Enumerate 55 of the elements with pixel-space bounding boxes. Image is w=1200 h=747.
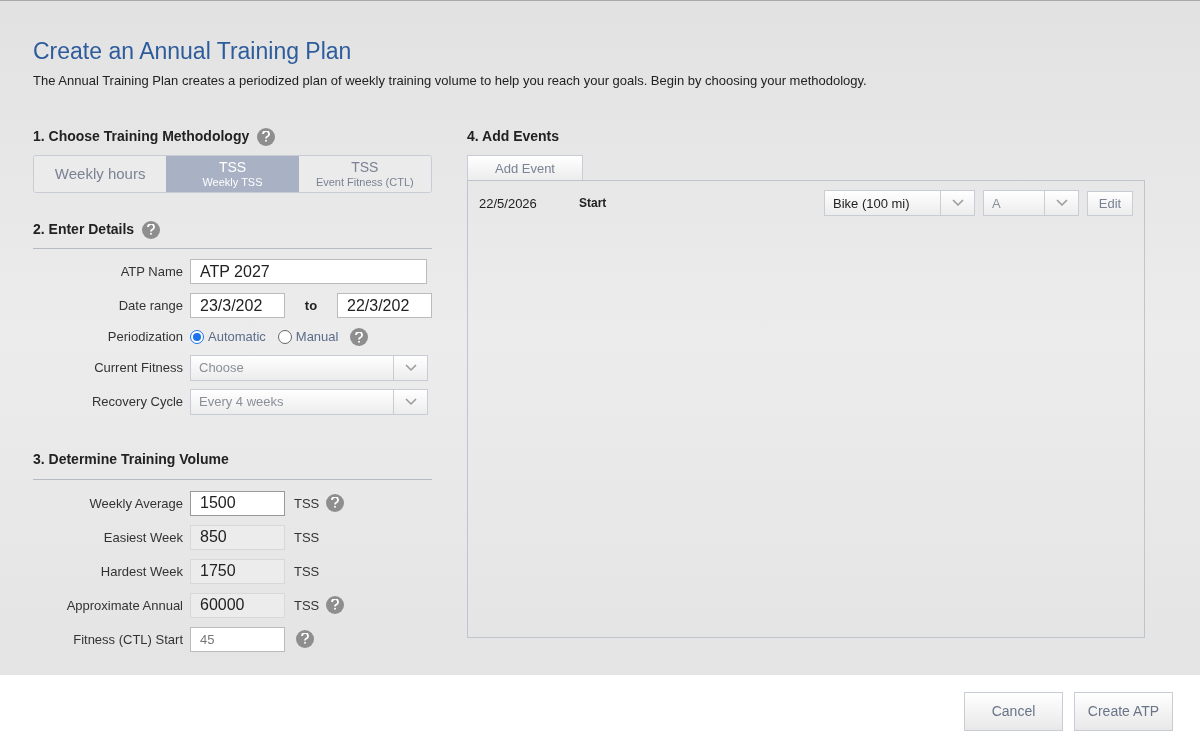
caret-icon — [1055, 199, 1068, 208]
intro-text: The Annual Training Plan creates a periodized plan of weekly training volume to help you reach your goals. Begin by choosing your methodology. — [33, 71, 868, 90]
unit-label: TSS — [294, 596, 320, 615]
field-label: Fitness (CTL) Start — [72, 630, 183, 649]
field-label: ATP Name — [119, 263, 183, 281]
start-date-field[interactable]: 23/3/202 — [190, 293, 285, 319]
footer-button[interactable]: Cancel — [964, 691, 1063, 731]
volume-field[interactable]: 1750 — [190, 558, 285, 584]
help-icon[interactable] — [296, 629, 314, 648]
end-date-field[interactable]: 22/3/202 — [337, 293, 432, 319]
dropdown[interactable]: Choose — [190, 354, 428, 381]
unit-label: TSS — [294, 528, 320, 547]
caret-icon — [404, 397, 417, 406]
caret-icon — [404, 363, 417, 372]
edit-button[interactable]: Edit — [1087, 190, 1133, 216]
help-icon[interactable] — [257, 127, 276, 146]
field-label: Current Fitness — [93, 359, 183, 377]
field-label: Easiest Week — [102, 528, 183, 547]
radio-icon[interactable] — [277, 330, 292, 344]
field-label: Date range — [117, 297, 183, 315]
volume-field[interactable]: 45 — [190, 626, 285, 652]
volume-field[interactable]: 60000 — [190, 592, 285, 618]
section-heading: 4. Add Events — [467, 127, 561, 147]
event-type-dropdown[interactable]: Bike (100 mi) — [824, 190, 975, 217]
help-icon[interactable] — [350, 328, 369, 346]
methodology-tab[interactable]: TSS Event Fitness (CTL) — [298, 156, 431, 193]
volume-field[interactable]: 850 — [190, 524, 285, 550]
section-heading: 2. Enter Details — [33, 220, 135, 240]
field-label: Weekly Average — [88, 494, 183, 513]
priority-dropdown[interactable]: A — [983, 190, 1079, 217]
field-label: Recovery Cycle — [90, 393, 183, 411]
page-title: Create an Annual Training Plan — [33, 37, 353, 66]
help-icon[interactable] — [142, 220, 161, 239]
volume-field[interactable]: 1500 — [190, 490, 285, 516]
caret-icon — [951, 199, 964, 208]
field-label: Hardest Week — [99, 562, 183, 581]
event-date: 22/5/2026 — [479, 194, 538, 213]
help-icon[interactable] — [326, 493, 345, 512]
radio-icon[interactable] — [190, 330, 204, 344]
dropdown[interactable]: Every 4 weeks — [190, 388, 428, 415]
date-separator: to — [303, 297, 319, 315]
unit-label: TSS — [294, 494, 320, 513]
footer-button[interactable]: Create ATP — [1074, 691, 1173, 731]
radio-option[interactable]: Manual — [277, 327, 339, 347]
add-event-button[interactable]: Add Event — [467, 155, 583, 181]
section-heading: 3. Determine Training Volume — [33, 450, 229, 467]
methodology-tab[interactable]: Weekly hours — [34, 156, 167, 193]
section-heading: 1. Choose Training Methodology — [33, 127, 250, 147]
event-name: Start — [579, 195, 607, 213]
field-label: Approximate Annual — [65, 596, 183, 615]
atp-name-field[interactable]: ATP 2027 — [190, 259, 427, 285]
radio-option[interactable]: Automatic — [190, 327, 266, 347]
unit-label: TSS — [294, 562, 320, 581]
help-icon[interactable] — [326, 595, 345, 614]
field-label: Periodization — [106, 328, 183, 347]
